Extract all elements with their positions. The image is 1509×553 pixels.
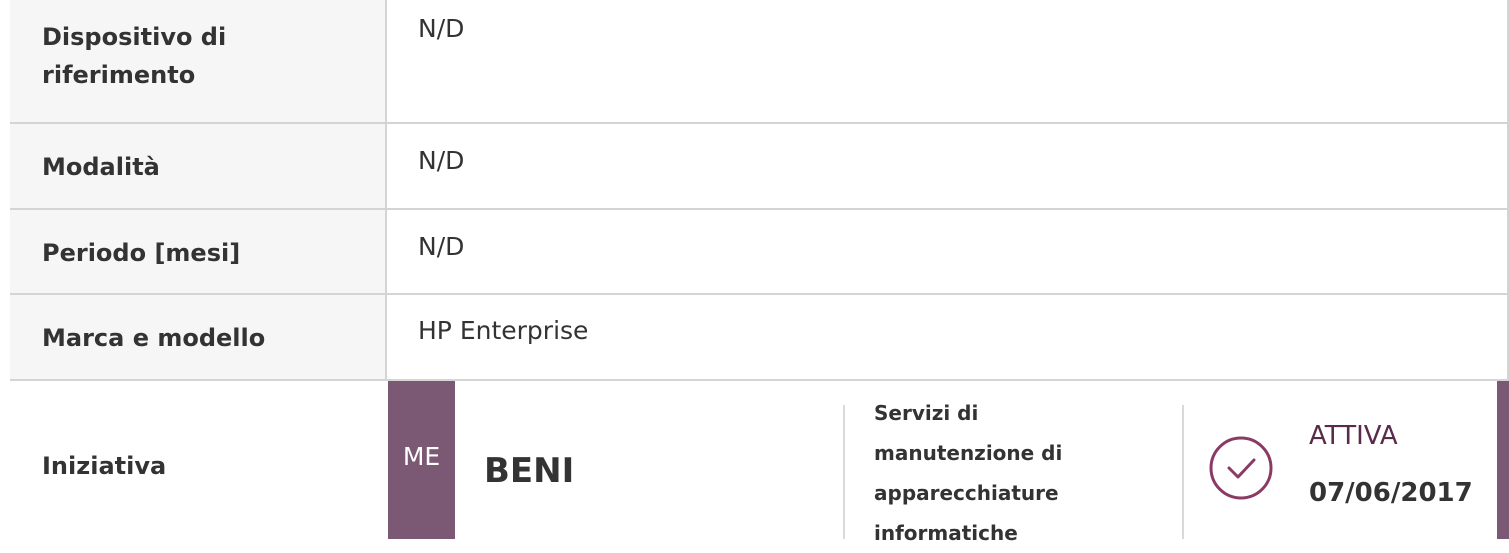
row-label: Modalità bbox=[42, 153, 160, 181]
row-divider bbox=[10, 208, 1509, 210]
row-label: Periodo [mesi] bbox=[42, 239, 241, 267]
initiative-row: Iniziativa ME BENI Servizi di manutenzio… bbox=[10, 381, 1509, 545]
card-divider bbox=[843, 405, 845, 539]
table-row: Periodo [mesi] N/D bbox=[10, 210, 1509, 295]
label-cell: Periodo [mesi] bbox=[10, 210, 385, 295]
row-divider bbox=[10, 379, 1509, 381]
initiative-date: 07/06/2017 bbox=[1309, 478, 1473, 508]
initiative-label: Iniziativa bbox=[42, 452, 167, 480]
row-value: N/D bbox=[418, 14, 465, 43]
column-divider bbox=[385, 0, 387, 381]
card-accent-bar bbox=[1497, 381, 1509, 539]
label-cell: Dispositivo di riferimento bbox=[10, 0, 385, 124]
row-label: Dispositivo di riferimento bbox=[42, 23, 227, 89]
label-cell: Iniziativa bbox=[10, 381, 385, 539]
initiative-status: ATTIVA bbox=[1309, 421, 1398, 451]
initiative-description: Servizi di manutenzione di apparecchiatu… bbox=[874, 401, 1063, 545]
row-label: Marca e modello bbox=[42, 324, 266, 352]
check-circle-icon bbox=[1209, 436, 1273, 500]
row-divider bbox=[10, 293, 1509, 295]
table-row: Marca e modello HP Enterprise bbox=[10, 295, 1509, 381]
row-value: N/D bbox=[418, 232, 465, 261]
row-divider bbox=[10, 122, 1509, 124]
product-details-table: Dispositivo di riferimento N/D Modalità … bbox=[10, 0, 1509, 545]
table-row: Modalità N/D bbox=[10, 124, 1509, 210]
label-cell: Modalità bbox=[10, 124, 385, 210]
card-divider bbox=[1182, 405, 1184, 539]
initiative-title[interactable]: BENI bbox=[484, 451, 574, 491]
row-value: HP Enterprise bbox=[418, 316, 589, 345]
table-row: Dispositivo di riferimento N/D bbox=[10, 0, 1509, 124]
label-cell: Marca e modello bbox=[10, 295, 385, 381]
row-value: N/D bbox=[418, 146, 465, 175]
initiative-type-badge: ME bbox=[388, 381, 455, 539]
